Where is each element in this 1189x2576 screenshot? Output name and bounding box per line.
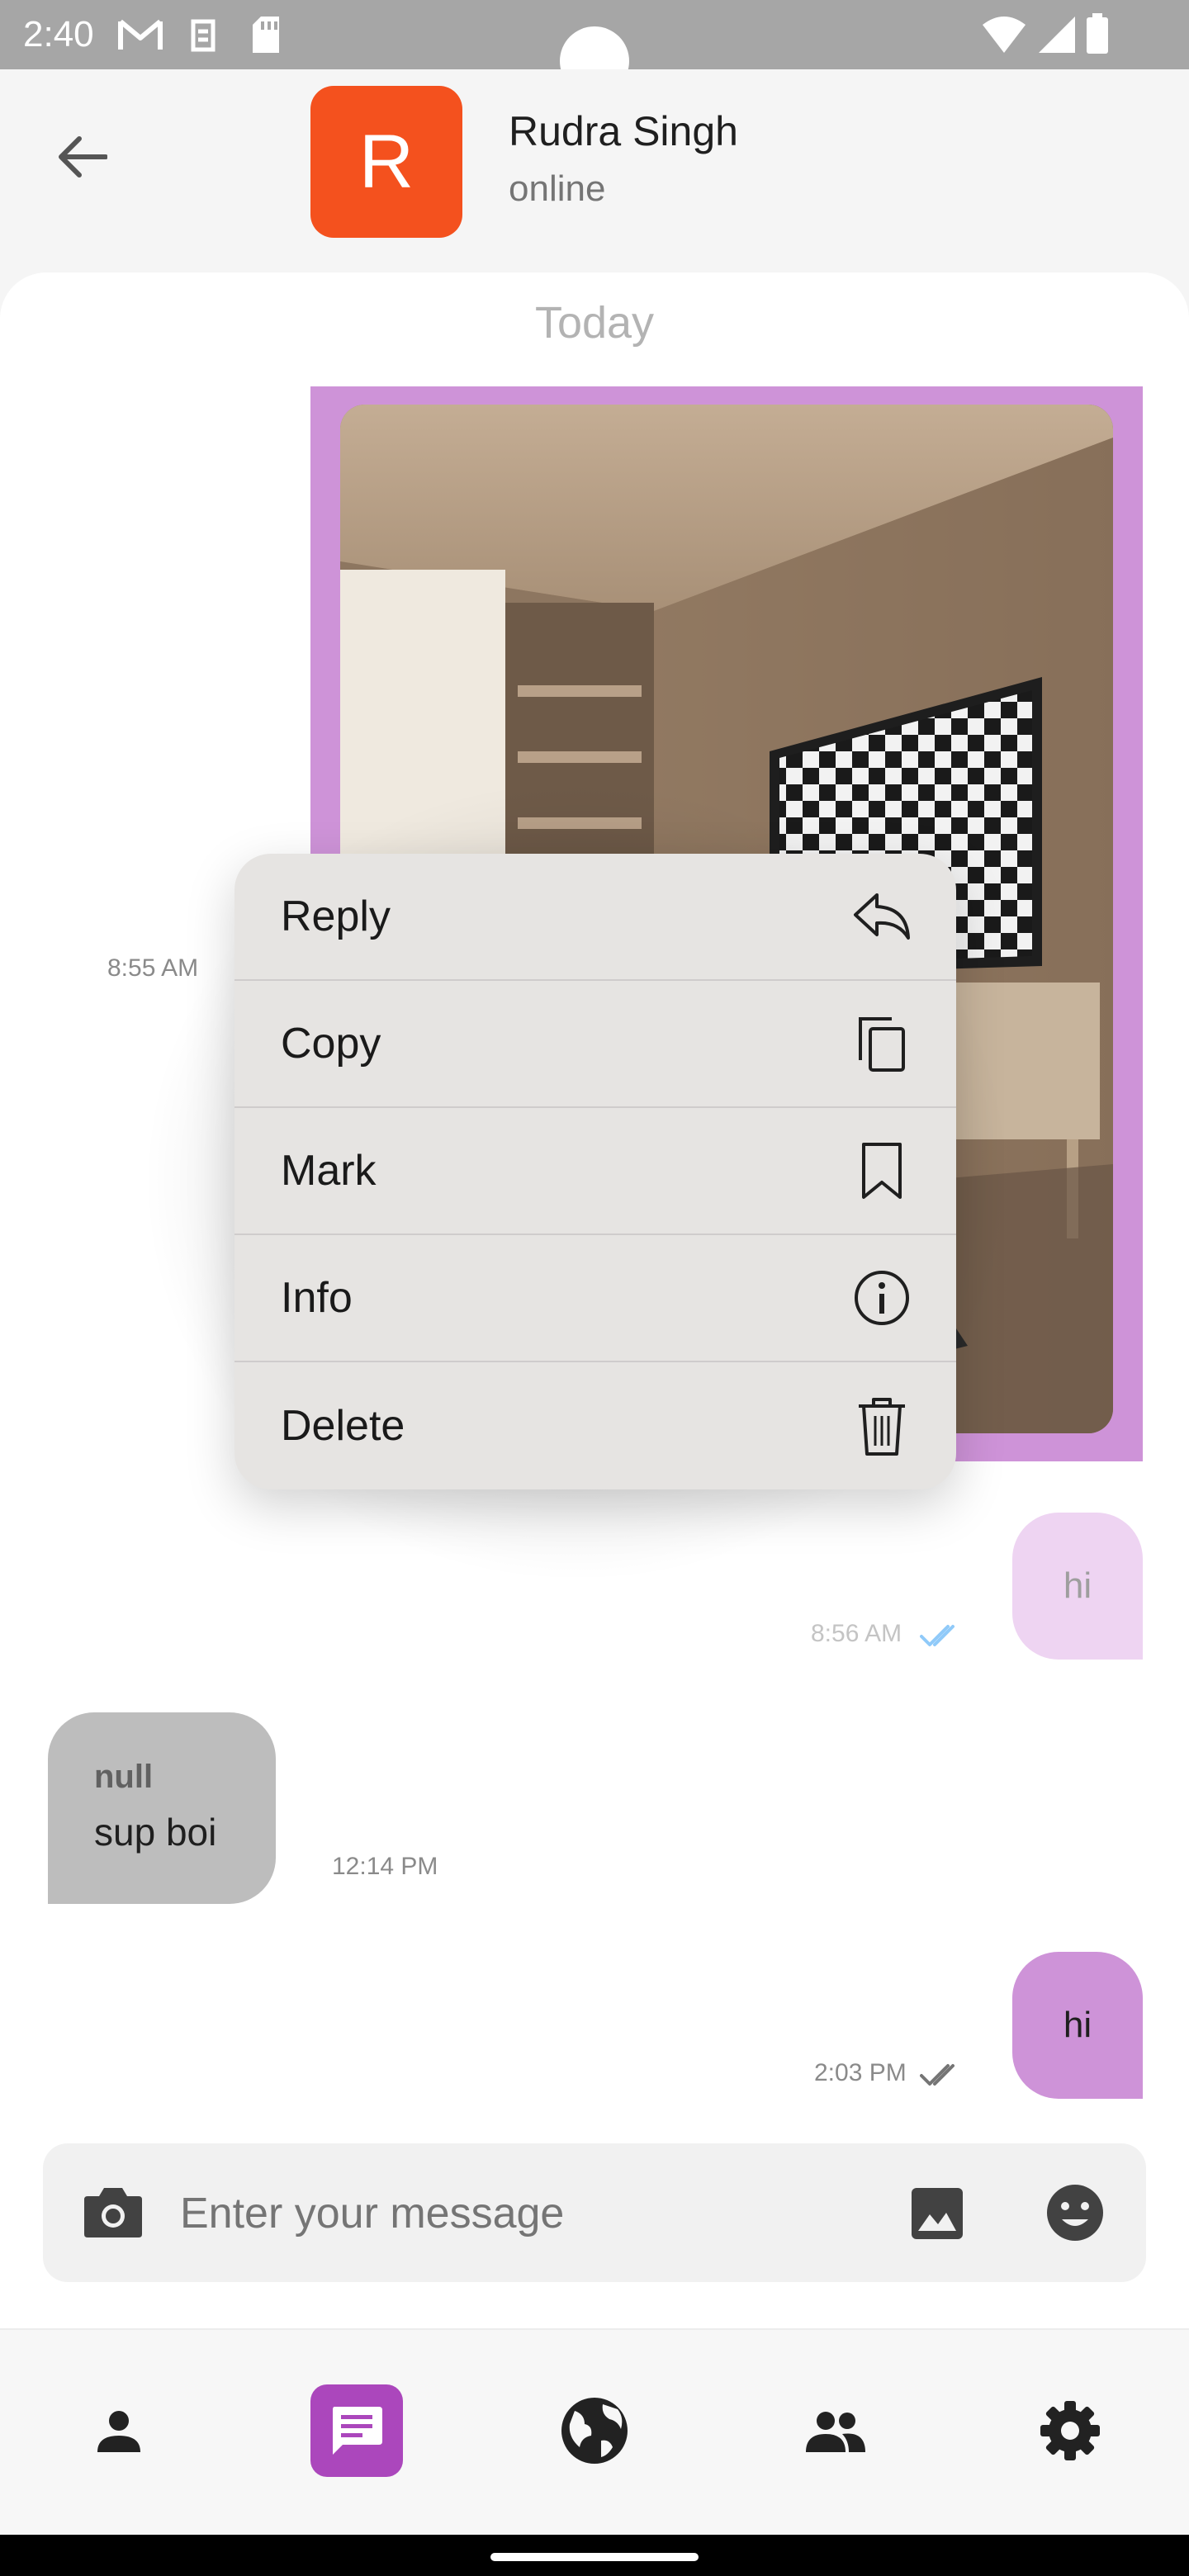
image-gallery-icon[interactable] [910,2186,964,2241]
message-input-bar [43,2143,1146,2282]
menu-item-copy[interactable]: Copy [234,981,956,1108]
cell-signal-icon [1039,17,1075,53]
nav-settings[interactable] [1024,2384,1116,2477]
copy-icon [849,1011,915,1077]
date-separator: Today [534,298,655,348]
incoming-message-bubble[interactable]: null sup boi [48,1712,276,1904]
menu-item-label: Copy [281,1020,381,1068]
chat-header: R Rudra Singh online [0,69,1189,276]
menu-item-mark[interactable]: Mark [234,1108,956,1235]
menu-item-label: Mark [281,1147,377,1195]
read-ticks-icon [920,1625,955,1646]
sender-name: null [94,1759,154,1795]
emoji-icon[interactable] [1045,2183,1105,2242]
message-input[interactable] [180,2176,907,2251]
bottom-navigation [0,2328,1189,2535]
message-time: 8:56 AM [811,1620,902,1647]
menu-item-delete[interactable]: Delete [234,1362,956,1489]
trash-icon [849,1393,915,1459]
message-time: 12:14 PM [332,1853,438,1880]
outgoing-message-bubble[interactable]: hi [1012,1952,1143,2099]
menu-item-reply[interactable]: Reply [234,854,956,981]
contact-status: online [509,168,606,209]
menu-item-label: Delete [281,1402,405,1450]
wifi-icon [983,17,1026,53]
message-text: hi [1063,1565,1092,1606]
arrow-back-icon [59,136,107,178]
person-icon [97,2411,140,2452]
bookmark-icon [849,1138,915,1204]
gear-icon [1040,2401,1100,2460]
sd-card-icon [253,17,279,53]
nav-profile[interactable] [73,2384,165,2477]
message-time: 2:03 PM [814,2059,907,2086]
camera-icon[interactable] [83,2183,144,2239]
message-text: sup boi [94,1811,217,1854]
nav-chats[interactable] [310,2384,403,2477]
menu-item-label: Reply [281,893,391,940]
gmail-icon [118,19,163,50]
globe-icon [561,2398,628,2464]
avatar[interactable]: R [310,86,462,238]
info-icon [849,1265,915,1331]
nav-explore[interactable] [548,2384,641,2477]
nav-groups[interactable] [789,2384,882,2477]
gesture-bar [0,2535,1189,2576]
message-context-menu: Reply Copy Mark Info Delete [234,854,956,1489]
outgoing-message-bubble[interactable]: hi [1012,1513,1143,1660]
status-time: 2:40 [23,14,94,54]
back-button[interactable] [48,122,117,192]
reply-icon [849,883,915,949]
avatar-letter: R [358,119,414,204]
chat-icon [333,2407,382,2455]
message-text: hi [1063,2005,1092,2045]
battery-icon [1087,13,1108,54]
notification-app-icon [191,19,216,52]
menu-item-label: Info [281,1274,353,1322]
group-icon [806,2412,865,2452]
menu-item-info[interactable]: Info [234,1235,956,1362]
delivered-ticks-icon [920,2064,955,2086]
home-gesture-handle[interactable] [490,2553,699,2561]
contact-name[interactable]: Rudra Singh [509,107,738,155]
